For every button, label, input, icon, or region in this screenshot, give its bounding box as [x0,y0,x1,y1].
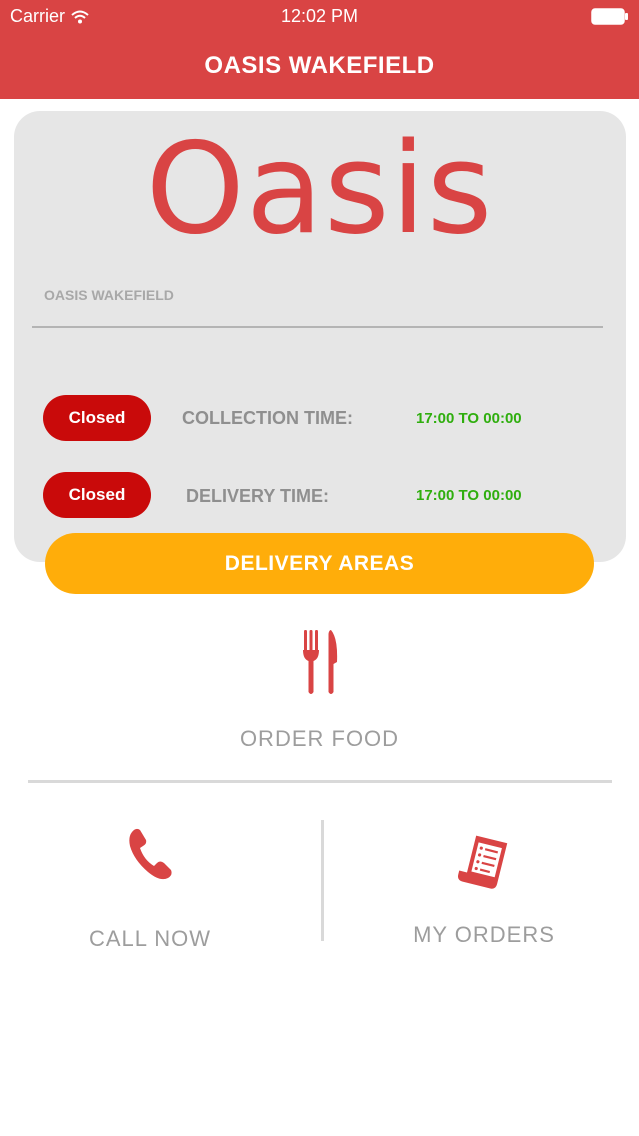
fork-knife-icon [303,630,338,694]
my-orders-button[interactable]: MY ORDERS [324,800,639,970]
status-time: 12:02 PM [280,6,359,26]
delivery-time-label: DELIVERY TIME: [186,486,330,506]
page-title: OASIS WAKEFIELD [204,52,435,79]
call-now-button[interactable]: CALL NOW [0,800,320,970]
call-now-label: CALL NOW [88,926,212,951]
collection-hours: 17:00 TO 00:00 [416,410,522,427]
section-divider [28,780,612,783]
store-name: OASIS WAKEFIELD [44,287,174,303]
collection-status-badge: Closed [43,395,151,441]
my-orders-label: MY ORDERS [413,922,555,947]
battery-icon [591,8,628,25]
order-food-label: ORDER FOOD [239,726,400,751]
status-bar: Carrier 12:02 PM [0,0,639,34]
store-name-underline [32,326,603,328]
oasis-logo: Oasis [145,115,494,262]
collection-time-label: COLLECTION TIME: [182,408,353,428]
delivery-status-badge: Closed [43,472,151,518]
phone-icon [129,828,172,880]
delivery-areas-button[interactable]: DELIVERY AREAS [45,533,594,594]
receipt-icon [458,835,508,889]
app-header: Carrier 12:02 PM OASIS WAKEFIELD [0,0,639,99]
delivery-hours: 17:00 TO 00:00 [416,487,522,504]
order-food-button[interactable]: ORDER FOOD [0,620,639,760]
